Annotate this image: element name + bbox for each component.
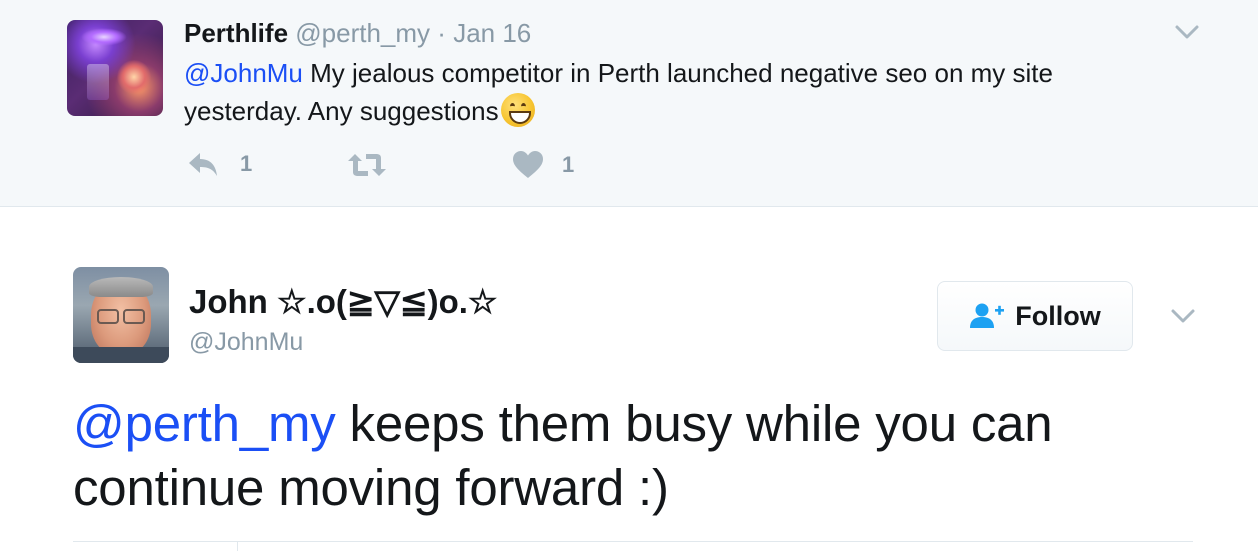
divider-tick bbox=[237, 541, 238, 551]
reply-button[interactable]: 1 bbox=[186, 150, 252, 178]
parent-handle[interactable]: @perth_my bbox=[295, 18, 430, 48]
parent-tweet-header: Perthlife @perth_my · Jan 16 bbox=[184, 16, 531, 50]
main-display-name[interactable]: John ☆.o(≧▽≦)o.☆ bbox=[189, 282, 497, 322]
like-count: 1 bbox=[562, 152, 575, 177]
parent-mention-link[interactable]: @JohnMu bbox=[184, 58, 303, 88]
main-handle[interactable]: @JohnMu bbox=[189, 326, 303, 358]
parent-display-name[interactable]: Perthlife bbox=[184, 18, 288, 48]
retweet-icon bbox=[348, 154, 386, 176]
like-button[interactable]: 1 bbox=[512, 150, 574, 180]
follow-button[interactable]: Follow bbox=[937, 281, 1133, 351]
parent-tweet-body: My jealous competitor in Perth launched … bbox=[184, 58, 1053, 126]
reply-count: 1 bbox=[240, 151, 253, 176]
retweet-button[interactable] bbox=[346, 150, 388, 180]
chevron-down-icon[interactable] bbox=[1174, 22, 1200, 42]
parent-date[interactable]: Jan 16 bbox=[453, 18, 531, 48]
perthlife-avatar[interactable] bbox=[67, 20, 163, 116]
johnmu-avatar[interactable] bbox=[73, 267, 169, 363]
follow-user-icon bbox=[970, 303, 1005, 328]
parent-tweet-text: @JohnMu My jealous competitor in Perth l… bbox=[184, 54, 1144, 130]
reply-icon bbox=[189, 153, 217, 176]
parent-separator: · bbox=[437, 18, 446, 48]
divider bbox=[73, 541, 1193, 542]
main-mention-link[interactable]: @perth_my bbox=[73, 395, 336, 452]
chevron-down-icon[interactable] bbox=[1170, 306, 1196, 326]
heart-icon bbox=[513, 151, 543, 178]
parent-tweet[interactable]: Perthlife @perth_my · Jan 16 @JohnMu My … bbox=[0, 0, 1258, 207]
follow-label: Follow bbox=[1015, 300, 1101, 331]
main-tweet-text: @perth_my keeps them busy while you can … bbox=[73, 392, 1203, 520]
grinning-face-emoji-icon bbox=[500, 93, 535, 127]
